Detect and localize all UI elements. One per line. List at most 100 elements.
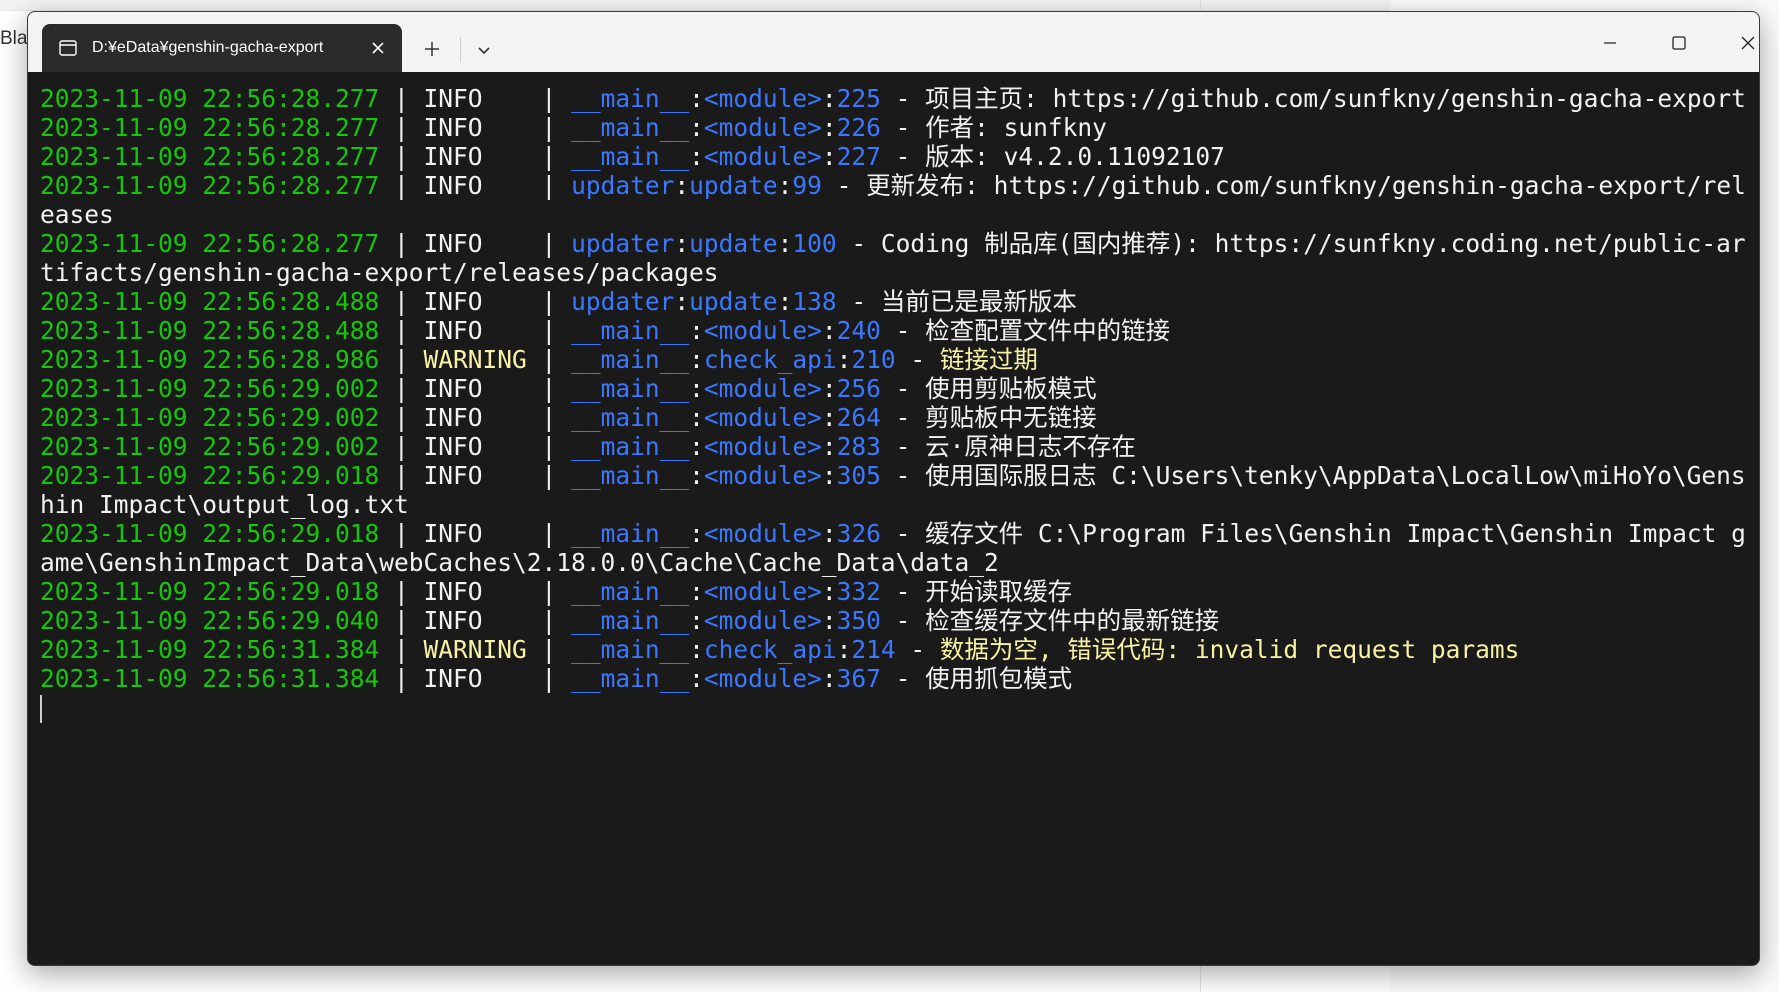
log-module: updater	[571, 287, 675, 316]
close-window-button[interactable]	[1726, 26, 1759, 60]
maximize-button[interactable]	[1657, 26, 1701, 60]
log-lineno: 332	[836, 577, 881, 606]
log-timestamp: 2023-11-09 22:56:28.277	[40, 84, 380, 113]
log-line: 2023-11-09 22:56:29.018 | INFO | __main_…	[40, 461, 1756, 519]
log-colon: :	[836, 635, 852, 664]
new-tab-button[interactable]	[417, 34, 447, 64]
log-dash: -	[880, 577, 926, 606]
log-function: <module>	[703, 461, 822, 490]
tab-separator	[460, 37, 461, 63]
log-separator: |	[379, 519, 424, 548]
log-colon: :	[674, 287, 690, 316]
log-timestamp: 2023-11-09 22:56:28.277	[40, 229, 380, 258]
log-dash: -	[880, 113, 926, 142]
log-function: <module>	[703, 519, 822, 548]
log-separator: |	[379, 403, 424, 432]
terminal-window: D:¥eData¥genshin-gacha-export 2023-11-09…	[27, 11, 1760, 966]
log-timestamp: 2023-11-09 22:56:28.986	[40, 345, 380, 374]
log-dash: -	[821, 171, 867, 200]
log-module: __main__	[571, 316, 690, 345]
minimize-button[interactable]	[1588, 26, 1632, 60]
log-level: INFO	[423, 84, 527, 113]
log-dash: -	[880, 461, 926, 490]
log-colon: :	[821, 606, 837, 635]
log-separator: |	[526, 519, 572, 548]
log-colon: :	[777, 229, 793, 258]
log-separator: |	[526, 287, 572, 316]
log-level: INFO	[423, 287, 527, 316]
log-message: 作者: sunfkny	[925, 113, 1107, 142]
log-module: __main__	[571, 403, 690, 432]
log-message: 云·原神日志不存在	[925, 432, 1136, 461]
log-dash: -	[880, 374, 926, 403]
log-message: 数据为空, 错误代码: invalid request params	[939, 635, 1520, 664]
log-message: 版本: v4.2.0.11092107	[925, 142, 1225, 171]
terminal-tab[interactable]: D:¥eData¥genshin-gacha-export	[42, 24, 402, 72]
text-cursor	[40, 695, 42, 723]
log-colon: :	[689, 461, 704, 490]
log-level: INFO	[423, 113, 527, 142]
log-level: INFO	[423, 403, 527, 432]
log-line: 2023-11-09 22:56:28.277 | INFO | __main_…	[40, 113, 1756, 142]
log-lineno: 326	[836, 519, 881, 548]
log-lineno: 350	[836, 606, 881, 635]
chevron-down-icon[interactable]	[469, 36, 499, 66]
log-line: 2023-11-09 22:56:31.384 | INFO | __main_…	[40, 664, 1756, 693]
log-separator: |	[526, 142, 572, 171]
log-function: <module>	[703, 664, 822, 693]
log-separator: |	[526, 84, 572, 113]
log-module: __main__	[571, 664, 690, 693]
log-separator: |	[526, 374, 572, 403]
log-colon: :	[674, 229, 690, 258]
log-level: INFO	[423, 142, 527, 171]
log-level: INFO	[423, 229, 527, 258]
log-timestamp: 2023-11-09 22:56:28.277	[40, 171, 380, 200]
log-line: 2023-11-09 22:56:28.488 | INFO | __main_…	[40, 316, 1756, 345]
log-colon: :	[821, 142, 837, 171]
log-colon: :	[821, 113, 837, 142]
log-function: <module>	[703, 577, 822, 606]
log-line: 2023-11-09 22:56:29.040 | INFO | __main_…	[40, 606, 1756, 635]
log-dash: -	[895, 635, 940, 664]
log-line: 2023-11-09 22:56:28.277 | INFO | updater…	[40, 171, 1756, 229]
log-timestamp: 2023-11-09 22:56:29.002	[40, 432, 380, 461]
log-lineno: 214	[851, 635, 896, 664]
log-message: 检查配置文件中的链接	[925, 316, 1171, 345]
prompt-line[interactable]	[40, 693, 1759, 723]
log-lineno: 367	[836, 664, 881, 693]
log-function: <module>	[703, 403, 822, 432]
log-colon: :	[821, 374, 837, 403]
log-dash: -	[895, 345, 940, 374]
log-colon: :	[689, 403, 704, 432]
log-level: INFO	[423, 171, 527, 200]
terminal-icon	[58, 38, 78, 58]
log-colon: :	[689, 635, 704, 664]
log-separator: |	[379, 142, 424, 171]
log-dash: -	[836, 229, 881, 258]
log-line: 2023-11-09 22:56:29.018 | INFO | __main_…	[40, 519, 1756, 577]
log-colon: :	[821, 432, 837, 461]
log-colon: :	[689, 664, 704, 693]
log-separator: |	[379, 635, 424, 664]
log-colon: :	[689, 84, 704, 113]
log-message: 使用剪贴板模式	[925, 374, 1097, 403]
log-colon: :	[821, 316, 837, 345]
log-dash: -	[880, 84, 926, 113]
log-message: 链接过期	[939, 345, 1038, 374]
log-colon: :	[689, 142, 704, 171]
log-module: __main__	[571, 345, 690, 374]
terminal-output[interactable]: 2023-11-09 22:56:28.277 | INFO | __main_…	[28, 72, 1759, 965]
log-dash: -	[880, 606, 926, 635]
log-line: 2023-11-09 22:56:28.986 | WARNING | __ma…	[40, 345, 1756, 374]
log-function: <module>	[703, 432, 822, 461]
log-colon: :	[689, 519, 704, 548]
log-separator: |	[526, 171, 572, 200]
log-separator: |	[379, 84, 424, 113]
close-tab-icon[interactable]	[366, 36, 390, 60]
log-level: INFO	[423, 461, 527, 490]
log-colon: :	[821, 461, 837, 490]
log-line: 2023-11-09 22:56:31.384 | WARNING | __ma…	[40, 635, 1756, 664]
log-separator: |	[526, 577, 572, 606]
log-level: INFO	[423, 519, 527, 548]
log-lineno: 227	[836, 142, 881, 171]
